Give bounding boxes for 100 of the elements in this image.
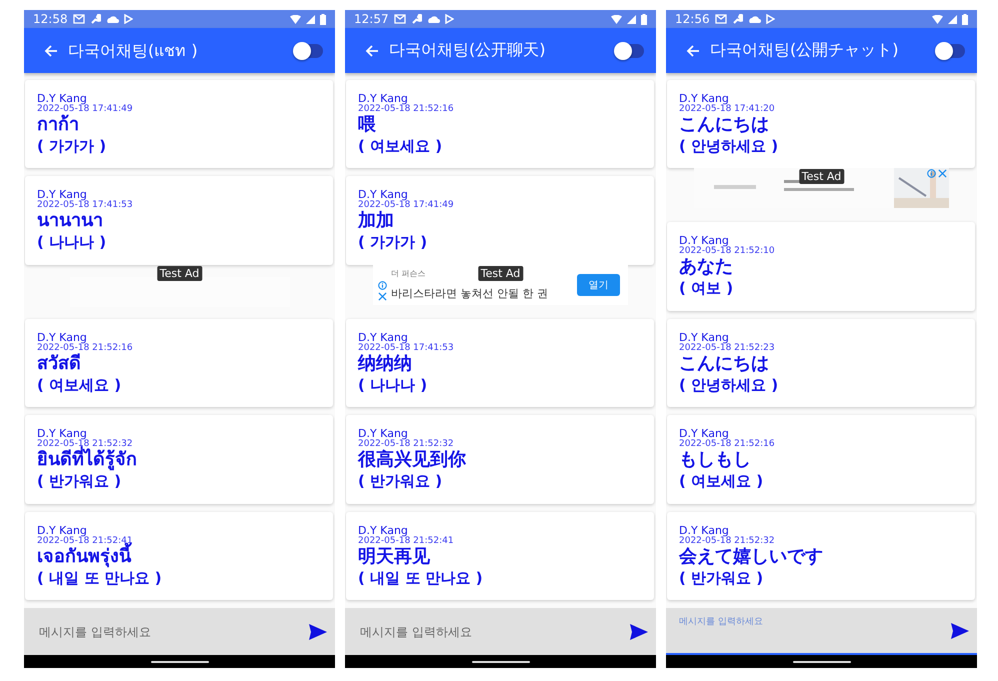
send-icon[interactable] — [951, 622, 969, 638]
message-text: นานานา — [37, 210, 103, 232]
play-icon — [766, 14, 775, 24]
back-icon[interactable] — [686, 44, 700, 58]
message-time: 2022-05-18 21:52:16 — [358, 105, 454, 114]
message-time: 2022-05-18 21:52:41 — [358, 536, 454, 546]
message-time: 2022-05-18 21:52:23 — [679, 344, 775, 353]
translation-text: ( 반가워요 ) — [358, 471, 442, 492]
message-time: 2022-05-18 21:52:16 — [679, 440, 775, 450]
message-time: 2022-05-18 17:41:49 — [358, 201, 454, 210]
message-time: 2022-05-18 21:52:32 — [358, 440, 454, 450]
message-input[interactable]: 메시지를 입력하세요 — [358, 616, 630, 648]
message-text: 纳纳纳 — [358, 352, 412, 375]
message-time: 2022-05-18 17:41:53 — [358, 344, 454, 353]
play-icon — [124, 14, 133, 24]
home-handle[interactable] — [792, 660, 850, 662]
sender-name: D.Y Kang — [37, 524, 87, 537]
message-field[interactable]: 메시지를 입력하세요 — [666, 608, 977, 655]
field-label: 메시지를 입력하세요 — [679, 616, 763, 628]
toggle-switch[interactable] — [295, 44, 323, 58]
message-time: 2022-05-18 21:52:10 — [679, 247, 775, 256]
wifi-icon — [932, 14, 943, 24]
info-icon[interactable] — [378, 280, 386, 290]
home-handle[interactable] — [150, 660, 208, 662]
sender-name: D.Y Kang — [358, 189, 408, 202]
close-icon[interactable] — [378, 292, 386, 301]
mail-icon — [72, 14, 85, 24]
mail-icon — [714, 14, 727, 24]
message-time: 2022-05-18 17:41:49 — [37, 105, 133, 114]
translation-text: ( 반가워요 ) — [679, 568, 764, 589]
sender-name: D.Y Kang — [37, 189, 87, 202]
battery-icon — [320, 14, 326, 24]
close-icon[interactable] — [938, 169, 947, 178]
advertiser-name: 더 퍼슨스 — [391, 268, 426, 280]
message-time: 2022-05-18 17:41:20 — [679, 105, 775, 114]
translation-text: ( 내일 또 만나요 ) — [358, 568, 483, 589]
info-icon[interactable] — [927, 169, 936, 178]
sender-name: D.Y Kang — [679, 93, 729, 105]
play-icon — [444, 14, 454, 24]
message-input[interactable]: 메시지를 입력하세요 — [37, 616, 309, 648]
ad-label: Test Ad — [156, 266, 202, 281]
home-handle[interactable] — [472, 660, 530, 662]
open-button[interactable]: 열기 — [577, 274, 620, 296]
cloud-icon — [748, 14, 761, 24]
mail-icon — [394, 14, 406, 24]
translation-text: ( 여보세요 ) — [358, 136, 442, 157]
back-icon[interactable] — [44, 44, 58, 58]
message-text: กาก้า — [37, 114, 79, 136]
sender-name: D.Y Kang — [358, 524, 408, 537]
message-text: 喂 — [358, 114, 376, 136]
screen-title: 다국어채팅(公开聊天) — [389, 40, 546, 61]
sender-name: D.Y Kang — [37, 428, 87, 440]
message-text: こんにちは — [679, 352, 769, 375]
translation-text: ( 내일 또 만나요 ) — [37, 568, 162, 589]
screen-title: 다국어채팅(公開チャット) — [710, 40, 900, 61]
message-time: 2022-05-18 21:52:32 — [679, 536, 775, 546]
wrench-icon — [732, 14, 743, 24]
signal-icon — [306, 14, 315, 24]
toggle-switch[interactable] — [937, 44, 965, 58]
message-text: こんにちは — [679, 114, 769, 136]
translation-text: ( 안녕하세요 ) — [679, 136, 778, 157]
message-time: 2022-05-18 17:41:53 — [37, 201, 133, 210]
wifi-icon — [290, 14, 301, 24]
ad-headline: 바리스타라면 놓쳐선 안될 한 권 — [391, 286, 548, 302]
cloud-icon — [106, 14, 119, 24]
translation-text: ( 반가워요 ) — [37, 471, 122, 492]
message-time: 2022-05-18 21:52:16 — [37, 344, 133, 353]
message-text: 加加 — [358, 210, 394, 232]
wifi-icon — [611, 14, 622, 24]
translation-text: ( 여보세요 ) — [37, 374, 122, 396]
translation-text: ( 나나나 ) — [37, 232, 106, 254]
sender-name: D.Y Kang — [358, 428, 408, 440]
screen-title: 다국어채팅(แชท ) — [68, 40, 199, 62]
wrench-icon — [90, 14, 101, 24]
back-icon[interactable] — [365, 44, 379, 58]
cloud-icon — [426, 14, 440, 24]
translation-text: ( 안녕하세요 ) — [679, 374, 778, 396]
signal-icon — [627, 14, 636, 24]
translation-text: ( 여보세요 ) — [679, 471, 764, 492]
message-text: もしもし — [679, 449, 751, 472]
sender-name: D.Y Kang — [37, 93, 87, 105]
sender-name: D.Y Kang — [37, 332, 87, 344]
message-field[interactable]: 메시지를 입력하세요 — [24, 608, 335, 655]
message-text: 会えて嬉しいです — [679, 546, 823, 568]
signal-icon — [948, 14, 957, 24]
sender-name: D.Y Kang — [679, 524, 729, 537]
ad-label: Test Ad — [798, 169, 844, 184]
message-text: สวัสดี — [37, 352, 81, 375]
send-icon[interactable] — [309, 624, 327, 640]
message-text: あなた — [679, 256, 733, 278]
translation-text: ( 나나나 ) — [358, 374, 428, 396]
translation-text: ( 가가가 ) — [358, 232, 428, 254]
message-field[interactable]: 메시지를 입력하세요 — [345, 608, 656, 655]
sender-name: D.Y Kang — [358, 332, 408, 344]
battery-icon — [962, 14, 968, 24]
message-text: 明天再见 — [358, 546, 430, 568]
translation-text: ( 가가가 ) — [37, 136, 106, 157]
send-icon[interactable] — [630, 624, 648, 640]
toggle-switch[interactable] — [616, 44, 644, 58]
sender-name: D.Y Kang — [679, 332, 729, 344]
